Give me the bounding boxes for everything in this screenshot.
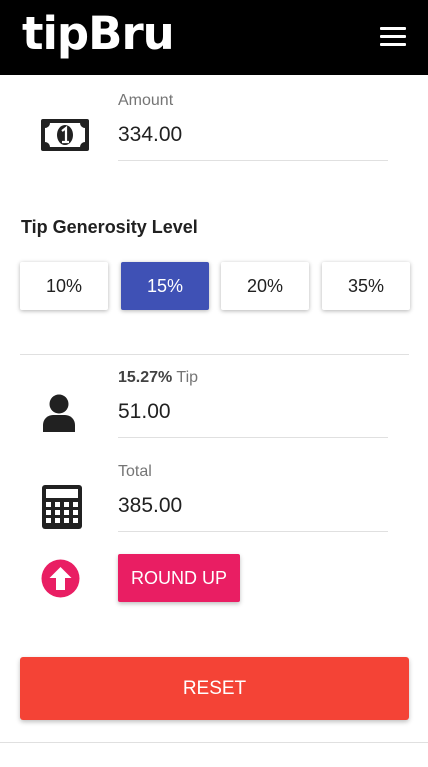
tip-option-35[interactable]: 35% — [322, 262, 410, 310]
section-divider — [20, 354, 409, 355]
tip-label-suffix: Tip — [176, 369, 199, 386]
calculator-icon — [42, 485, 82, 529]
amount-input[interactable]: 334.00 — [118, 123, 182, 147]
total-label: Total — [118, 463, 152, 480]
arrow-up-circle-icon[interactable] — [41, 559, 80, 598]
app-logo: tipBru — [22, 7, 175, 60]
round-up-button[interactable]: ROUND UP — [118, 554, 240, 602]
app-header: tipBru — [0, 0, 428, 75]
reset-button[interactable]: RESET — [20, 657, 409, 720]
amount-underline — [118, 160, 388, 161]
footer-divider — [0, 742, 428, 743]
amount-label: Amount — [118, 92, 174, 109]
tip-option-15[interactable]: 15% — [121, 262, 209, 310]
tip-label: 15.27% Tip — [118, 369, 198, 387]
tip-underline — [118, 437, 388, 438]
total-value[interactable]: 385.00 — [118, 494, 182, 518]
tip-percent: 15.27% — [118, 369, 173, 386]
user-icon — [43, 394, 75, 432]
hamburger-menu-icon[interactable] — [380, 27, 406, 47]
tip-amount-value[interactable]: 51.00 — [118, 400, 171, 424]
total-underline — [118, 531, 388, 532]
tip-generosity-title: Tip Generosity Level — [21, 217, 198, 237]
tip-option-20[interactable]: 20% — [221, 262, 309, 310]
tip-option-10[interactable]: 10% — [20, 262, 108, 310]
money-bill-icon — [41, 119, 89, 151]
